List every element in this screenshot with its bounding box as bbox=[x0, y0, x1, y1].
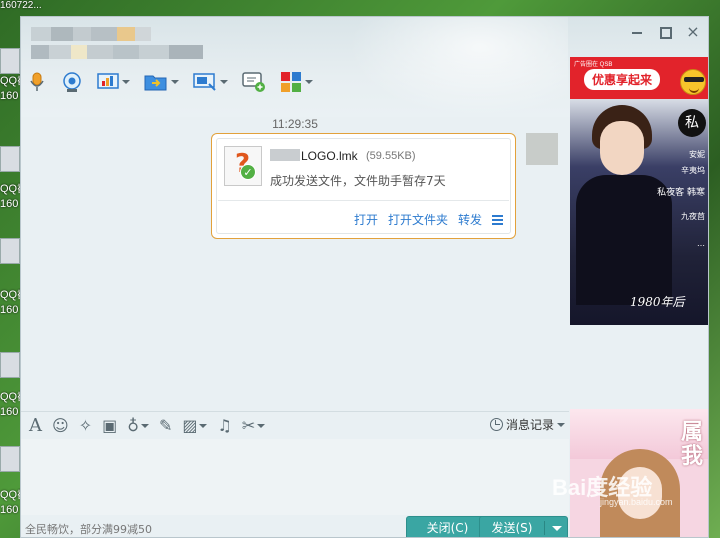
send-button-label: 发送(S) bbox=[491, 521, 533, 535]
video-call-button[interactable] bbox=[61, 70, 83, 94]
file-status-text: 成功发送文件，文件助手暂存7天 bbox=[270, 174, 446, 188]
contact-signature-blurred bbox=[31, 45, 203, 59]
desktop-file-icon[interactable] bbox=[0, 446, 20, 472]
desktop-file-name[interactable]: QQ截160 bbox=[0, 74, 22, 104]
file-message-bubble[interactable]: ? ✓ LOGO.lmk (59.55KB) 成功发送文件，文件助手暂存7天 打… bbox=[211, 133, 516, 239]
chevron-down-icon[interactable] bbox=[220, 80, 228, 84]
ad-banner-top[interactable]: 广告圈在 QSB 优惠享起来 bbox=[570, 57, 708, 99]
ad-source-label: 广告圈在 QSB bbox=[574, 62, 613, 68]
ad-author-line: 私夜客 韩寒 bbox=[657, 188, 705, 198]
file-actions: 打开 打开文件夹 转发 bbox=[354, 211, 503, 228]
remote-desktop-button[interactable] bbox=[97, 70, 130, 94]
microphone-icon bbox=[30, 72, 44, 91]
chevron-down-icon[interactable] bbox=[171, 80, 179, 84]
chevron-down-icon[interactable] bbox=[199, 423, 208, 428]
contact-name-blurred bbox=[31, 27, 151, 41]
desktop-file-icon[interactable] bbox=[0, 352, 20, 378]
window-controls: × bbox=[630, 24, 700, 40]
message-input[interactable] bbox=[21, 439, 569, 515]
voice-call-button[interactable] bbox=[27, 70, 47, 94]
voice-message-button[interactable]: ♁ bbox=[127, 416, 149, 436]
emoji-icon[interactable]: ☺ bbox=[52, 416, 69, 436]
ad-book-cover[interactable]: 私 安妮 辛夷坞 私夜客 韩寒 九夜茴 … 1980年后 bbox=[570, 99, 708, 325]
image-button[interactable]: ▨ bbox=[182, 415, 208, 436]
avatar[interactable] bbox=[526, 133, 558, 165]
desktop-file-label[interactable]: 160722... bbox=[0, 0, 42, 11]
open-file-link[interactable]: 打开 bbox=[354, 211, 378, 228]
edit-icon[interactable]: ✎ bbox=[159, 416, 172, 436]
send-button[interactable]: 发送(S) bbox=[479, 516, 568, 537]
ad-author-line: … bbox=[697, 239, 705, 248]
ad-promo-label: 优惠享起来 bbox=[584, 69, 661, 90]
image-icon: ▨ bbox=[182, 415, 198, 435]
screenshot-button[interactable]: ✂ bbox=[241, 415, 266, 436]
apps-grid-icon bbox=[281, 72, 301, 92]
more-menu-icon[interactable] bbox=[492, 213, 503, 227]
close-button[interactable]: 关闭(C) bbox=[406, 516, 489, 537]
font-icon[interactable]: A bbox=[29, 415, 42, 436]
ad-badge: 私 bbox=[678, 109, 706, 137]
check-icon: ✓ bbox=[240, 164, 256, 180]
desktop-file-icon[interactable] bbox=[0, 146, 20, 172]
message-history-label: 消息记录 bbox=[505, 418, 554, 432]
ad-author-line: 辛夷坞 bbox=[681, 166, 705, 175]
screen-share-icon bbox=[193, 73, 216, 91]
desktop-file-icon[interactable] bbox=[0, 48, 20, 74]
file-name[interactable]: LOGO.lmk bbox=[270, 149, 358, 163]
poke-icon[interactable]: ✧ bbox=[79, 416, 92, 436]
desktop-file-name[interactable]: QQ截160 bbox=[0, 390, 22, 420]
maximize-icon[interactable] bbox=[658, 25, 672, 39]
chat-toolbar bbox=[27, 69, 313, 95]
ad-author-line: 安妮 bbox=[689, 150, 705, 159]
ad-title: 属我 bbox=[680, 420, 703, 469]
desktop-file-icon[interactable] bbox=[0, 238, 20, 264]
chevron-down-icon[interactable] bbox=[122, 80, 130, 84]
divider bbox=[218, 200, 509, 201]
file-transfer-button[interactable] bbox=[144, 70, 179, 94]
chevron-down-icon[interactable] bbox=[305, 80, 313, 84]
screen-share-button[interactable] bbox=[193, 70, 228, 94]
chevron-down-icon[interactable] bbox=[552, 526, 562, 531]
title-background-art bbox=[348, 17, 568, 117]
message-area[interactable]: 11:29:35 ? ✓ LOGO.lmk (59.55KB) 成功发送文件，文… bbox=[21, 117, 569, 411]
file-size: (59.55KB) bbox=[366, 150, 416, 162]
chevron-down-icon[interactable] bbox=[140, 423, 149, 428]
sunglasses-emoji-icon bbox=[680, 69, 706, 95]
desktop-icons-strip: 160722... QQ截160 QQ截160 QQ截160 QQ截160 QQ… bbox=[0, 0, 42, 538]
video-message-icon[interactable]: ▣ bbox=[102, 416, 117, 436]
microphone-icon: ♁ bbox=[127, 415, 139, 435]
message-history-button[interactable]: 消息记录 bbox=[489, 416, 565, 433]
redacted-filename-prefix bbox=[270, 149, 300, 161]
promo-link[interactable]: 全民畅饮，部分满99减50 bbox=[25, 521, 152, 537]
message-add-icon bbox=[242, 72, 265, 92]
presentation-chart-icon bbox=[97, 73, 119, 89]
minimize-icon[interactable] bbox=[630, 25, 644, 39]
chat-footer: 全民畅饮，部分满99减50 关闭(C) 发送(S) bbox=[21, 515, 569, 537]
webcam-icon bbox=[63, 72, 81, 92]
ad-author-line: 九夜茴 bbox=[681, 212, 705, 221]
input-toolbar: A ☺ ✧ ▣ ♁ ✎ ▨ ♫ ✂ 消息记录 bbox=[21, 411, 569, 439]
watermark-url: jingyan.baidu.com bbox=[600, 497, 673, 507]
music-icon[interactable]: ♫ bbox=[217, 416, 231, 436]
close-icon[interactable]: × bbox=[686, 24, 700, 40]
open-folder-link[interactable]: 打开文件夹 bbox=[388, 211, 448, 228]
ad-figure-face bbox=[600, 121, 644, 175]
send-message-plus-button[interactable] bbox=[242, 70, 266, 94]
folder-transfer-icon bbox=[144, 75, 167, 91]
desktop-file-name[interactable]: QQ截160 bbox=[0, 288, 22, 318]
apps-button[interactable] bbox=[280, 70, 313, 94]
chevron-down-icon[interactable] bbox=[557, 422, 565, 427]
chevron-down-icon[interactable] bbox=[257, 423, 266, 428]
desktop-file-name[interactable]: QQ截160 bbox=[0, 182, 22, 212]
scissors-icon: ✂ bbox=[241, 415, 256, 435]
forward-link[interactable]: 转发 bbox=[458, 211, 482, 228]
chat-window: × 11:29:35 ? ✓ LOGO.lmk (59.55KB) 成功发送文件… bbox=[20, 16, 709, 538]
clock-icon bbox=[489, 418, 503, 431]
divider bbox=[544, 521, 545, 535]
desktop-file-name[interactable]: QQ截160 bbox=[0, 488, 22, 518]
ad-title: 1980年后 bbox=[630, 295, 685, 309]
message-timestamp: 11:29:35 bbox=[272, 117, 318, 131]
